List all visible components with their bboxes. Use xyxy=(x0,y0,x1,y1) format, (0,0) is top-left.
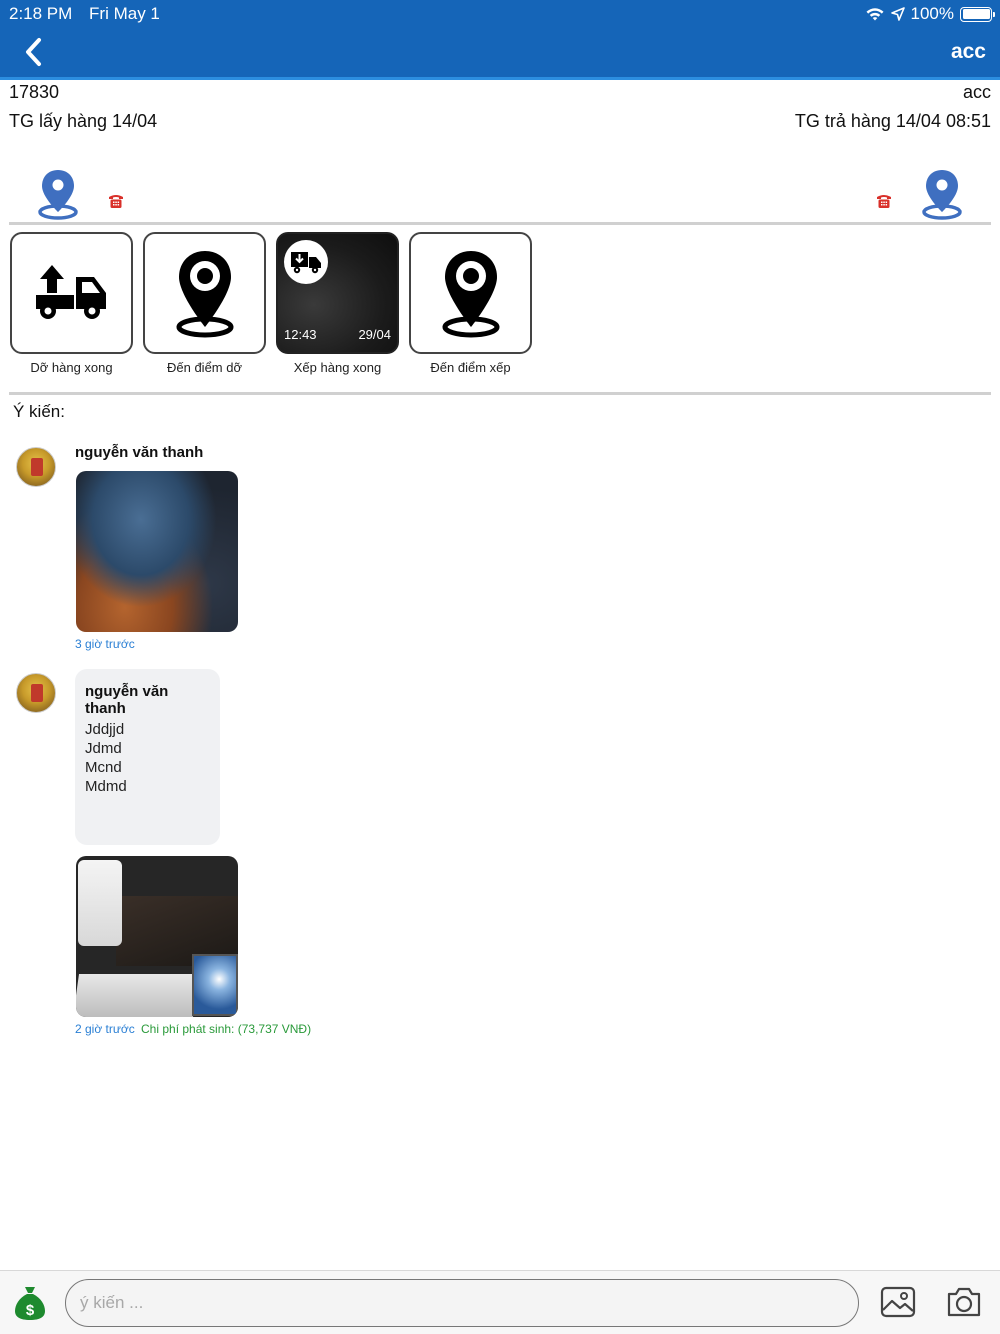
action-label: Đến điểm dỡ xyxy=(166,360,242,375)
action-arrive-load-point[interactable]: Đến điểm xếp xyxy=(409,232,532,375)
gallery-button[interactable] xyxy=(880,1286,916,1318)
comment-composer: $ xyxy=(0,1270,1000,1334)
status-bar-right: 100% xyxy=(865,4,995,24)
comment-time: 2 giờ trước xyxy=(75,1022,135,1036)
section-divider xyxy=(9,222,991,225)
action-unload-done[interactable]: Dỡ hàng xong xyxy=(10,232,133,375)
truck-load-icon xyxy=(291,252,321,274)
comment-author: nguyễn văn thanh xyxy=(85,683,169,717)
comment-time: 3 giờ trước xyxy=(75,637,135,651)
status-bar-left: 2:18 PM Fri May 1 xyxy=(9,4,172,24)
navigation-bar: 2:18 PM Fri May 1 100% acc xyxy=(0,0,1000,80)
comment-input[interactable] xyxy=(65,1279,859,1327)
nav-title: acc xyxy=(950,40,986,63)
delivery-time: TG trả hàng 14/04 08:51 xyxy=(794,111,991,131)
delivery-location-button[interactable] xyxy=(921,168,963,220)
action-arrive-unload-point[interactable]: Đến điểm dỡ xyxy=(143,232,266,375)
pickup-time: TG lấy hàng 14/04 xyxy=(9,111,158,131)
money-bag-icon: $ xyxy=(15,1287,45,1320)
section-divider xyxy=(9,392,991,395)
comment-photo[interactable] xyxy=(76,471,238,632)
header-underline xyxy=(0,77,1000,80)
status-date: Fri May 1 xyxy=(89,4,160,23)
comment-text-line: Jdmd xyxy=(85,740,122,757)
action-icon-box xyxy=(10,232,133,354)
avatar xyxy=(16,673,56,713)
delivery-phone-button[interactable] xyxy=(876,193,892,209)
photo-time: 12:43 xyxy=(284,327,317,342)
status-time: 2:18 PM xyxy=(9,4,73,23)
action-load-done[interactable]: 12:43 29/04 Xếp hàng xong xyxy=(276,232,399,375)
comment-photo[interactable] xyxy=(76,856,238,1017)
action-label: Dỡ hàng xong xyxy=(30,360,113,375)
action-icon-box xyxy=(143,232,266,354)
map-pin-icon xyxy=(38,170,78,220)
comment-author: nguyễn văn thanh xyxy=(75,444,204,461)
comment-text-line: Mcnd xyxy=(85,759,122,776)
wifi-icon xyxy=(866,8,884,21)
chevron-left-icon xyxy=(26,38,41,66)
comment-bubble: nguyễn văn thanh Jddjjd Jdmd Mcnd Mdmd xyxy=(75,669,220,845)
comment-text-line: Jddjjd xyxy=(85,721,125,738)
pickup-phone-button[interactable] xyxy=(108,193,124,209)
phone-icon xyxy=(109,195,123,208)
camera-icon xyxy=(947,1287,981,1317)
truck-unload-icon xyxy=(35,265,106,319)
order-id: 17830 xyxy=(9,82,60,102)
back-button[interactable] xyxy=(20,36,50,68)
comments-title: Ý kiến: xyxy=(13,402,65,421)
phone-icon xyxy=(877,195,891,208)
action-label: Đến điểm xếp xyxy=(430,360,511,375)
pickup-location-button[interactable] xyxy=(37,168,79,220)
battery-percent: 100% xyxy=(910,4,954,23)
camera-button[interactable] xyxy=(946,1286,982,1318)
truck-badge xyxy=(284,240,328,284)
order-account: acc xyxy=(962,82,991,102)
image-gallery-icon xyxy=(880,1286,916,1318)
location-arrow-icon xyxy=(890,7,905,21)
action-photo-box: 12:43 29/04 xyxy=(276,232,399,354)
battery-icon xyxy=(960,6,995,22)
action-icon-box xyxy=(409,232,532,354)
action-label: Xếp hàng xong xyxy=(293,360,382,375)
photo-date: 29/04 xyxy=(358,327,391,342)
svg-text:$: $ xyxy=(26,1302,35,1319)
map-pin-icon xyxy=(922,170,962,220)
avatar xyxy=(16,447,56,487)
money-bag-button[interactable]: $ xyxy=(14,1285,46,1321)
location-pin-icon xyxy=(442,251,499,338)
comment-text-line: Mdmd xyxy=(85,778,127,795)
extra-cost: Chi phí phát sinh: (73,737 VNĐ) xyxy=(141,1022,312,1036)
location-pin-icon xyxy=(176,251,233,338)
order-times-row: TG lấy hàng 14/04 TG trả hàng 14/04 08:5… xyxy=(9,111,991,132)
order-id-row: 17830 acc xyxy=(9,82,991,103)
